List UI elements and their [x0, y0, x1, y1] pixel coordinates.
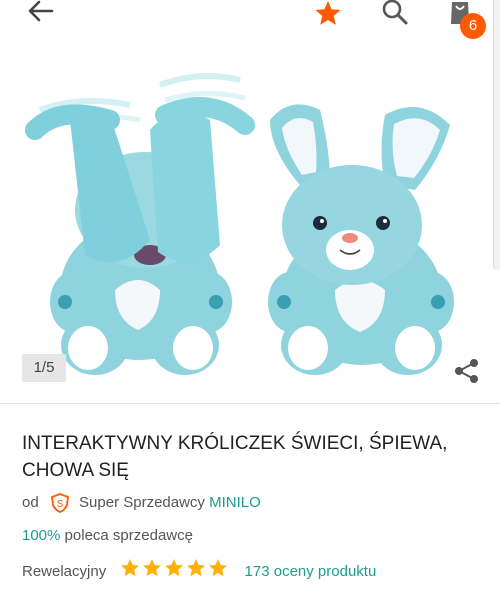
- rating-stars: [120, 558, 230, 586]
- search-button[interactable]: [381, 0, 409, 26]
- arrow-left-icon: [28, 0, 54, 22]
- image-counter: 1/5: [22, 354, 66, 382]
- product-image-gallery[interactable]: 1/5: [0, 40, 500, 400]
- svg-text:S: S: [57, 499, 64, 510]
- back-button[interactable]: [26, 0, 54, 24]
- star-icon: [143, 559, 162, 577]
- super-seller-shield-icon: S: [50, 493, 69, 514]
- rating-label: Rewelacyjny: [22, 563, 107, 580]
- bunny-hiding-image: [25, 73, 255, 375]
- cart-button[interactable]: 6: [446, 0, 486, 39]
- favorite-button[interactable]: [314, 0, 342, 26]
- seller-name-link[interactable]: MINILO: [209, 494, 261, 511]
- star-icon: [121, 559, 140, 577]
- star-icon: [315, 1, 341, 25]
- top-app-bar: 6: [0, 0, 500, 39]
- cart-count-badge: 6: [460, 13, 486, 39]
- star-icon: [209, 559, 228, 577]
- rating-line: Rewelacyjny 173 oceny produktu: [22, 558, 376, 586]
- seller-label: Super Sprzedawcy: [79, 494, 205, 512]
- seller-line: od S Super Sprzedawcy MINILO: [22, 492, 261, 514]
- product-image: [25, 73, 454, 375]
- section-divider: [0, 403, 500, 404]
- bunny-front-image: [268, 104, 454, 375]
- star-icon: [187, 559, 206, 577]
- recommendation-line: 100% poleca sprzedawcę: [22, 525, 193, 547]
- search-icon: [382, 0, 408, 25]
- star-icon: [165, 559, 184, 577]
- recommend-percent: 100%: [22, 527, 61, 544]
- rating-count-link[interactable]: 173 oceny produktu: [245, 563, 377, 580]
- share-button[interactable]: [452, 356, 482, 386]
- product-title: INTERAKTYWNY KRÓLICZEK ŚWIECI, ŚPIEWA, C…: [22, 433, 448, 481]
- seller-prefix: od: [22, 494, 39, 512]
- share-icon: [455, 359, 478, 383]
- recommend-text: poleca sprzedawcę: [64, 527, 193, 544]
